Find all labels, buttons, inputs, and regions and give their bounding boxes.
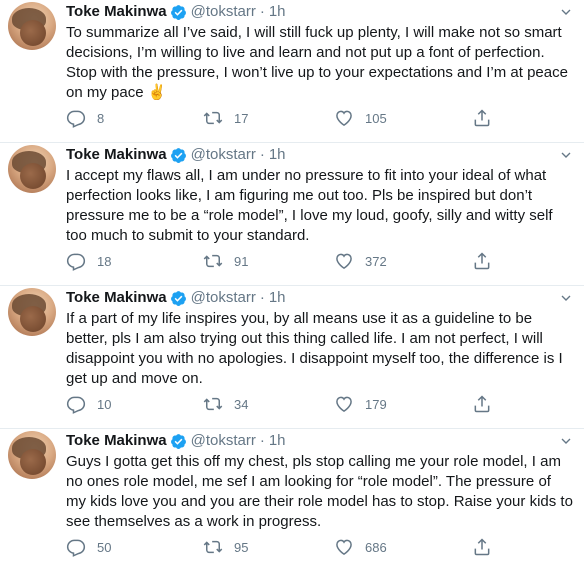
share-button[interactable] [472, 537, 492, 557]
retweet-count: 34 [234, 396, 249, 412]
like-button[interactable]: 105 [334, 108, 387, 128]
like-count: 105 [365, 110, 387, 126]
tweet[interactable]: Toke Makinwa @tokstarr · 1h To summarize… [0, 0, 584, 143]
chevron-down-icon[interactable] [558, 433, 574, 449]
reply-icon [66, 110, 86, 128]
verified-badge-icon [170, 4, 186, 20]
reply-count: 10 [97, 396, 112, 412]
verified-badge-icon [170, 433, 186, 449]
share-button[interactable] [472, 394, 492, 414]
share-icon [474, 109, 490, 127]
retweet-icon [203, 254, 223, 268]
share-button[interactable] [472, 108, 492, 128]
author-name[interactable]: Toke Makinwa [66, 288, 167, 308]
reply-icon [66, 539, 86, 557]
share-icon [474, 395, 490, 413]
share-icon [474, 252, 490, 270]
like-count: 179 [365, 396, 387, 412]
author-handle[interactable]: @tokstarr [191, 288, 256, 308]
author-name[interactable]: Toke Makinwa [66, 145, 167, 165]
verified-badge-icon [170, 290, 186, 306]
tweet[interactable]: Toke Makinwa @tokstarr · 1h I accept my … [0, 143, 584, 286]
retweet-button[interactable]: 91 [203, 251, 248, 271]
share-icon [474, 538, 490, 556]
tweet-actions: 8 17 105 [66, 108, 536, 128]
separator-dot: · [259, 432, 265, 449]
tweet-actions: 10 34 179 [66, 394, 536, 414]
author-handle[interactable]: @tokstarr [191, 2, 256, 22]
like-button[interactable]: 179 [334, 394, 387, 414]
separator-dot: · [259, 146, 265, 163]
like-icon [336, 110, 352, 126]
tweet-content: Toke Makinwa @tokstarr · 1h If a part of… [66, 288, 574, 389]
timestamp[interactable]: 1h [269, 145, 286, 165]
timestamp[interactable]: 1h [269, 431, 286, 451]
avatar[interactable] [8, 431, 56, 479]
retweet-button[interactable]: 17 [203, 108, 248, 128]
reply-button[interactable]: 18 [66, 251, 111, 271]
reply-count: 18 [97, 253, 112, 269]
chevron-down-icon[interactable] [558, 4, 574, 20]
avatar[interactable] [8, 2, 56, 50]
reply-button[interactable]: 50 [66, 537, 111, 557]
reply-button[interactable]: 10 [66, 394, 111, 414]
author-handle[interactable]: @tokstarr [191, 145, 256, 165]
retweet-button[interactable]: 34 [203, 394, 248, 414]
tweet[interactable]: Toke Makinwa @tokstarr · 1h If a part of… [0, 286, 584, 429]
tweet-header: Toke Makinwa @tokstarr · 1h [66, 431, 574, 451]
reply-count: 50 [97, 539, 112, 555]
author-handle[interactable]: @tokstarr [191, 431, 256, 451]
tweet-content: Toke Makinwa @tokstarr · 1h To summarize… [66, 2, 574, 103]
like-icon [336, 253, 352, 269]
tweet-header: Toke Makinwa @tokstarr · 1h [66, 2, 574, 22]
reply-icon [66, 396, 86, 414]
reply-button[interactable]: 8 [66, 108, 104, 128]
like-button[interactable]: 372 [334, 251, 387, 271]
retweet-count: 91 [234, 253, 249, 269]
tweet-text: If a part of my life inspires you, by al… [66, 310, 563, 387]
retweet-button[interactable]: 95 [203, 537, 248, 557]
tweet-actions: 18 91 372 [66, 251, 536, 271]
retweet-icon [203, 111, 223, 125]
like-icon [336, 396, 352, 412]
timestamp[interactable]: 1h [269, 288, 286, 308]
retweet-count: 95 [234, 539, 249, 555]
retweet-icon [203, 540, 223, 554]
tweet[interactable]: Toke Makinwa @tokstarr · 1h Guys I gotta… [0, 429, 584, 572]
retweet-count: 17 [234, 110, 249, 126]
tweet-actions: 50 95 686 [66, 537, 536, 557]
share-button[interactable] [472, 251, 492, 271]
like-count: 372 [365, 253, 387, 269]
separator-dot: · [259, 289, 265, 306]
author-name[interactable]: Toke Makinwa [66, 431, 167, 451]
retweet-icon [203, 397, 223, 411]
tweet-text: I accept my flaws all, I am under no pre… [66, 167, 553, 244]
reply-icon [66, 253, 86, 271]
like-button[interactable]: 686 [334, 537, 387, 557]
author-name[interactable]: Toke Makinwa [66, 2, 167, 22]
separator-dot: · [259, 3, 265, 20]
avatar[interactable] [8, 288, 56, 336]
tweet-text: Guys I gotta get this off my chest, pls … [66, 453, 573, 530]
like-count: 686 [365, 539, 387, 555]
chevron-down-icon[interactable] [558, 290, 574, 306]
like-icon [336, 539, 352, 555]
verified-badge-icon [170, 147, 186, 163]
avatar[interactable] [8, 145, 56, 193]
tweet-content: Toke Makinwa @tokstarr · 1h I accept my … [66, 145, 574, 246]
tweet-header: Toke Makinwa @tokstarr · 1h [66, 288, 574, 308]
tweet-header: Toke Makinwa @tokstarr · 1h [66, 145, 574, 165]
tweet-text: To summarize all I’ve said, I will still… [66, 24, 568, 101]
chevron-down-icon[interactable] [558, 147, 574, 163]
timestamp[interactable]: 1h [269, 2, 286, 22]
reply-count: 8 [97, 110, 105, 126]
tweet-feed: Toke Makinwa @tokstarr · 1h To summarize… [0, 0, 584, 572]
tweet-content: Toke Makinwa @tokstarr · 1h Guys I gotta… [66, 431, 574, 532]
